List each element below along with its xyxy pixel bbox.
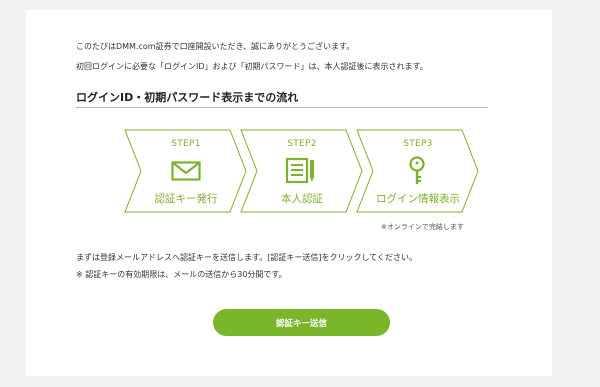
envelope-icon xyxy=(171,161,201,181)
key-icon xyxy=(409,156,425,184)
step1-caption: 認証キー発行 xyxy=(154,193,218,205)
expiry-note-text: ※ 認証キーの有効期限は、メールの送信から30分間です。 xyxy=(76,270,287,279)
step1-label: STEP1 xyxy=(171,139,201,149)
step2-label: STEP2 xyxy=(287,139,317,149)
document-pen-icon xyxy=(285,157,314,184)
step3-caption: ログイン情報表示 xyxy=(376,193,460,205)
step3-label: STEP3 xyxy=(403,139,433,149)
step2-caption: 本人認証 xyxy=(281,193,323,205)
online-note: ※オンラインで完結します xyxy=(381,223,464,231)
send-instruction-text: まずは登録メールアドレスへ認証キーを送信します。[認証キー送信]をクリックしてく… xyxy=(76,253,417,262)
send-auth-key-button[interactable]: 認証キー送信 xyxy=(213,309,390,336)
